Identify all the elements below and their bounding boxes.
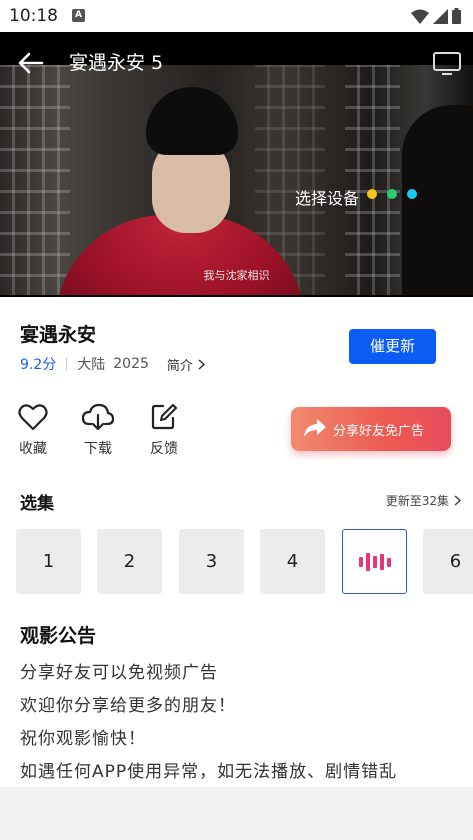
detail-content: 宴遇永安 9.2分 大陆 2025 简介 催更新 收藏 下载 反馈 分享好友免广… — [0, 297, 473, 787]
notice-line: 欢迎你分享给更多的朋友！ — [20, 696, 236, 716]
status-bar: 10:18 A — [0, 0, 473, 32]
intro-label: 简介 — [166, 358, 193, 374]
video-subtitle: 我与沈家相识 — [203, 269, 270, 282]
share-arrow-icon — [304, 419, 326, 437]
chevron-right-icon — [454, 495, 461, 506]
share-banner-label: 分享好友免广告 — [333, 424, 425, 439]
window-lattice-right — [345, 65, 400, 295]
episode-item[interactable]: 6 — [423, 529, 473, 594]
cast-screen-icon[interactable] — [432, 50, 462, 76]
actor-hat — [146, 87, 238, 155]
rating: 9.2分 — [20, 357, 57, 373]
download-button[interactable]: 下载 — [80, 403, 116, 458]
notice-line: 祝你观影愉快！ — [20, 729, 146, 749]
video-frame[interactable]: 我与沈家相识 选择设备 — [0, 65, 473, 295]
download-label: 下载 — [84, 441, 112, 457]
update-status-label: 更新至32集 — [385, 494, 449, 508]
cloud-download-icon — [82, 403, 114, 431]
status-time: 10:18 — [9, 6, 58, 26]
edit-icon — [151, 404, 177, 430]
favorite-button[interactable]: 收藏 — [15, 403, 51, 458]
episode-list[interactable]: 1 2 3 4 6 — [16, 529, 473, 595]
feedback-button[interactable]: 反馈 — [146, 403, 182, 458]
cast-dot-3 — [407, 189, 417, 199]
episodes-title: 选集 — [20, 494, 54, 514]
chevron-right-icon — [198, 358, 205, 370]
status-icons — [411, 8, 461, 24]
notice-title: 观影公告 — [20, 625, 97, 647]
heart-icon — [18, 404, 48, 431]
episode-item[interactable]: 1 — [16, 529, 81, 594]
episodes-update-status[interactable]: 更新至32集 — [386, 492, 461, 509]
region: 大陆 — [77, 357, 106, 373]
feedback-label: 反馈 — [150, 441, 178, 457]
episode-item[interactable]: 2 — [97, 529, 162, 594]
cast-loading-dots — [367, 189, 417, 199]
episode-item[interactable]: 3 — [179, 529, 244, 594]
notification-badge: A — [72, 9, 85, 22]
intro-link[interactable]: 简介 — [167, 355, 205, 374]
window-lattice-left — [0, 65, 70, 295]
battery-icon — [452, 8, 461, 24]
cast-device-prompt[interactable]: 选择设备 — [295, 185, 359, 209]
year: 2025 — [113, 356, 149, 372]
favorite-label: 收藏 — [19, 441, 47, 457]
share-for-no-ads-banner[interactable]: 分享好友免广告 — [291, 407, 451, 451]
show-meta: 9.2分 大陆 2025 简介 — [20, 354, 205, 374]
episode-item-playing[interactable] — [342, 529, 407, 594]
notice-body: 分享好友可以免视频广告 欢迎你分享给更多的朋友！ 祝你观影愉快！ 如遇任何APP… — [20, 657, 397, 789]
meta-divider — [66, 357, 68, 371]
cast-dot-2 — [387, 189, 397, 199]
player-title: 宴遇永安 5 — [69, 52, 164, 74]
signal-icon — [433, 8, 448, 24]
request-update-button[interactable]: 催更新 — [349, 329, 436, 364]
playing-bars-icon — [359, 552, 391, 572]
wifi-icon — [411, 9, 429, 24]
show-title: 宴遇永安 — [20, 324, 97, 346]
cast-dot-1 — [367, 189, 377, 199]
video-player[interactable]: 我与沈家相识 选择设备 宴遇永安 5 — [0, 32, 473, 297]
episode-item[interactable]: 4 — [260, 529, 325, 594]
notice-line: 分享好友可以免视频广告 — [20, 663, 218, 683]
notice-line: 如遇任何APP使用异常，如无法播放、剧情错乱 — [20, 762, 398, 782]
back-arrow-icon[interactable] — [16, 50, 46, 76]
